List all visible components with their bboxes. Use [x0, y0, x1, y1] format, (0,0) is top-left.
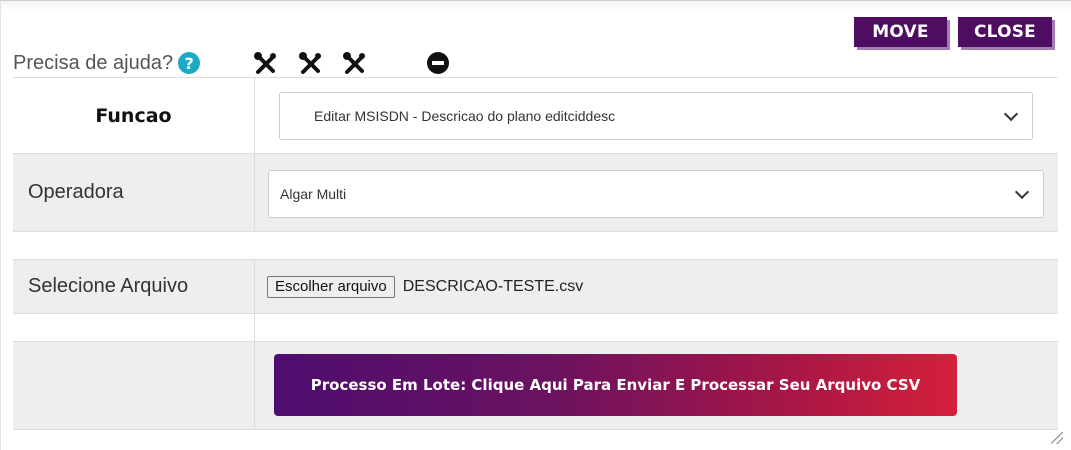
process-batch-button[interactable]: Processo Em Lote: Clique Aqui Para Envia… [274, 354, 957, 416]
arquivo-value-cell: Escolher arquivo DESCRICAO-TESTE.csv [255, 260, 1058, 313]
funcao-select[interactable]: Editar MSISDN - Descricao do plano editc… [279, 92, 1033, 140]
operadora-select[interactable]: Algar Multi [268, 170, 1044, 218]
close-button[interactable]: CLOSE [958, 17, 1052, 47]
submit-row: Processo Em Lote: Clique Aqui Para Envia… [13, 342, 1058, 430]
help-text: Precisa de ajuda? [13, 51, 174, 74]
question-circle-icon[interactable]: ? [178, 52, 201, 74]
operadora-selected-value: Algar Multi [280, 186, 347, 202]
spacer-cell [13, 314, 255, 341]
spacer-row [13, 232, 1058, 260]
chevron-down-icon [1003, 106, 1019, 122]
minus-circle-icon[interactable] [427, 52, 449, 74]
spacer-cell [255, 232, 1058, 259]
funcao-row: Funcao Editar MSISDN - Descricao do plan… [13, 78, 1058, 154]
tools-icon[interactable] [298, 51, 324, 77]
funcao-value-cell: Editar MSISDN - Descricao do plano editc… [255, 78, 1058, 153]
operadora-row: Operadora Algar Multi [13, 154, 1058, 232]
tools-icon[interactable] [253, 51, 279, 77]
arquivo-label-cell: Selecione Arquivo [13, 260, 255, 313]
dialog-panel: MOVE CLOSE Precisa de ajuda? ? Funcao Ed… [0, 0, 1071, 450]
chevron-down-icon [1014, 184, 1030, 200]
funcao-selected-value: Editar MSISDN - Descricao do plano editc… [314, 108, 616, 124]
operadora-value-cell: Algar Multi [255, 154, 1058, 231]
spacer-row [13, 314, 1058, 342]
funcao-label-cell: Funcao [13, 78, 255, 153]
selected-file-name: DESCRICAO-TESTE.csv [402, 277, 584, 295]
choose-file-button[interactable]: Escolher arquivo [267, 275, 395, 298]
resize-grip-icon[interactable] [1051, 432, 1063, 444]
move-button[interactable]: MOVE [854, 17, 947, 47]
help-row: Precisa de ajuda? ? [13, 49, 201, 77]
submit-value-cell: Processo Em Lote: Clique Aqui Para Envia… [255, 342, 1058, 429]
operadora-label: Operadora [28, 181, 124, 203]
arquivo-label: Selecione Arquivo [28, 275, 189, 297]
funcao-label: Funcao [95, 104, 172, 127]
panel-shadow [1, 1, 1071, 11]
spacer-cell [13, 232, 255, 259]
submit-label-cell [13, 342, 255, 429]
arquivo-row: Selecione Arquivo Escolher arquivo DESCR… [13, 260, 1058, 314]
spacer-cell [255, 314, 1058, 341]
batch-form: Funcao Editar MSISDN - Descricao do plan… [13, 77, 1058, 430]
tools-icon[interactable] [342, 51, 368, 77]
operadora-label-cell: Operadora [13, 154, 255, 231]
